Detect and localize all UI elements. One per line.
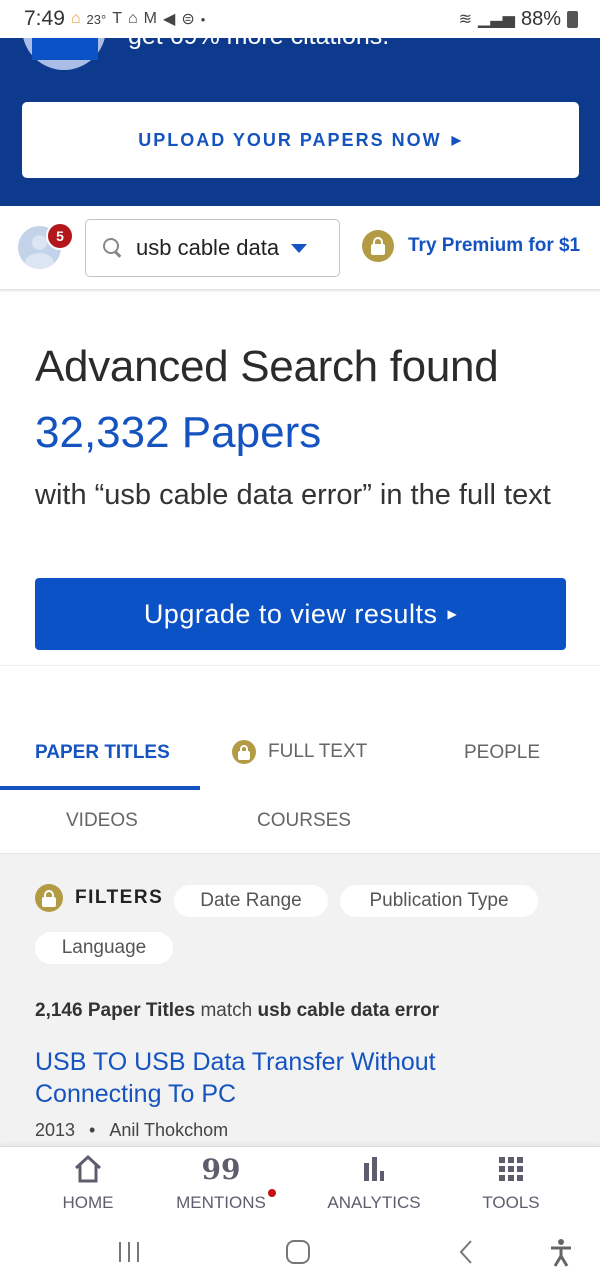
tab-label: VIDEOS: [66, 810, 138, 831]
tab-videos[interactable]: VIDEOS: [66, 810, 138, 832]
upgrade-button[interactable]: Upgrade to view results ▶: [35, 578, 566, 650]
wifi-icon: ≋: [458, 11, 473, 28]
home-icon: ⌂: [128, 10, 138, 27]
bar-chart-icon: [360, 1153, 388, 1185]
papers-count: 32,332 Papers: [35, 408, 322, 457]
tab-full-text[interactable]: FULL TEXT: [232, 740, 367, 764]
quote-icon: 99: [201, 1152, 241, 1186]
dropdown-caret-icon[interactable]: [291, 243, 307, 253]
match-unit: Paper Titles: [87, 1000, 196, 1021]
tab-label: PAPER TITLES: [35, 742, 170, 763]
filters-label: FILTERS: [35, 884, 163, 912]
notification-badge: 5: [46, 222, 74, 250]
tab-people[interactable]: PEOPLE: [464, 742, 540, 764]
lock-icon: [35, 884, 63, 912]
recent-apps-button[interactable]: [117, 1238, 141, 1271]
try-premium-link[interactable]: Try Premium for $1: [362, 230, 580, 262]
mentions-unread-dot: [268, 1189, 276, 1197]
malwarebytes-icon: M: [143, 10, 157, 27]
nav-tools[interactable]: TOOLS: [451, 1153, 571, 1213]
accessibility-icon[interactable]: [548, 1238, 574, 1273]
upgrade-label: Upgrade to view results: [143, 598, 438, 629]
nav-label: ANALYTICS: [327, 1193, 421, 1212]
separator-dot: •: [89, 1120, 96, 1140]
paper-meta: 2013 • Anil Thokchom: [35, 1120, 228, 1141]
t-mobile-icon: T: [112, 10, 122, 27]
home-icon: [72, 1153, 104, 1185]
banner-text: get 69% more citations.: [128, 38, 389, 51]
signal-icon: ▁▃▅: [478, 11, 515, 28]
match-count: 2,146: [35, 1000, 83, 1021]
system-navigation: [0, 1224, 600, 1287]
filters-text: FILTERS: [75, 887, 164, 908]
caret-right-icon: ▶: [447, 607, 458, 621]
google-home-icon: ⌂: [70, 10, 81, 27]
dot-icon: •: [200, 11, 206, 27]
paper-year: 2013: [35, 1120, 76, 1140]
tab-label: FULL TEXT: [268, 741, 368, 762]
match-summary: 2,146 Paper Titles match usb cable data …: [35, 1000, 439, 1022]
nav-mentions[interactable]: 99 MENTIONS: [161, 1153, 281, 1213]
battery-charging-icon: [567, 10, 578, 28]
nav-analytics[interactable]: ANALYTICS: [314, 1153, 434, 1213]
lock-icon: [232, 740, 256, 764]
upload-banner: ↑ get 69% more citations. UPLOAD YOUR PA…: [0, 38, 600, 206]
clock: 7:49: [24, 7, 65, 30]
active-tab-indicator: [0, 786, 200, 790]
caret-right-icon: ▶: [451, 133, 463, 147]
bottom-navigation: HOME 99 MENTIONS ANALYTICS TOOLS: [0, 1146, 600, 1224]
search-input[interactable]: usb cable data error: [85, 219, 340, 277]
summary-subtext: with “usb cable data error” in the full …: [35, 479, 551, 511]
result-tabs: PAPER TITLES FULL TEXT PEOPLE VIDEOS COU…: [0, 666, 600, 854]
upload-arrow-icon: ↑: [32, 38, 98, 60]
back-button[interactable]: [456, 1238, 476, 1271]
premium-label: Try Premium for $1: [408, 235, 581, 256]
search-query[interactable]: usb cable data error: [136, 235, 281, 261]
match-query: usb cable data error: [257, 1000, 440, 1021]
upload-papers-label: UPLOAD YOUR PAPERS NOW: [138, 129, 442, 150]
nav-home[interactable]: HOME: [28, 1153, 148, 1213]
lock-icon: [362, 230, 394, 262]
home-button[interactable]: [284, 1238, 312, 1271]
upload-papers-button[interactable]: UPLOAD YOUR PAPERS NOW ▶: [22, 102, 579, 178]
tab-courses[interactable]: COURSES: [257, 810, 351, 832]
app-icon: ⊜: [181, 11, 195, 28]
filter-date-range[interactable]: Date Range: [174, 885, 328, 917]
telegram-icon: ◀: [163, 11, 176, 28]
nav-label: TOOLS: [482, 1193, 540, 1212]
paper-title-link[interactable]: USB TO USB Data Transfer Without Connect…: [35, 1046, 535, 1110]
tab-label: PEOPLE: [464, 742, 541, 763]
status-bar: 7:49 ⌂ 23° T ⌂ M ◀ ⊜ • ≋ ▁▃▅ 88%: [0, 0, 600, 38]
filter-publication-type[interactable]: Publication Type: [340, 885, 538, 917]
search-summary: Advanced Search found 32,332 Papers with…: [0, 292, 600, 666]
search-icon: [102, 237, 124, 259]
summary-heading: Advanced Search found: [35, 342, 499, 391]
grid-icon: [498, 1153, 524, 1185]
paper-author[interactable]: Anil Thokchom: [109, 1120, 228, 1141]
nav-label: MENTIONS: [176, 1193, 266, 1212]
temperature: 23°: [86, 11, 107, 27]
search-header: 5 usb cable data error Try Premium for $…: [0, 206, 600, 290]
tab-label: COURSES: [257, 810, 351, 831]
tab-paper-titles[interactable]: PAPER TITLES: [35, 742, 170, 764]
match-word: match: [200, 1000, 253, 1021]
filter-language[interactable]: Language: [35, 932, 173, 964]
nav-label: HOME: [62, 1193, 114, 1212]
results-panel: FILTERS Date Range Publication Type Lang…: [0, 854, 600, 1146]
battery-percent: 88%: [520, 7, 561, 30]
